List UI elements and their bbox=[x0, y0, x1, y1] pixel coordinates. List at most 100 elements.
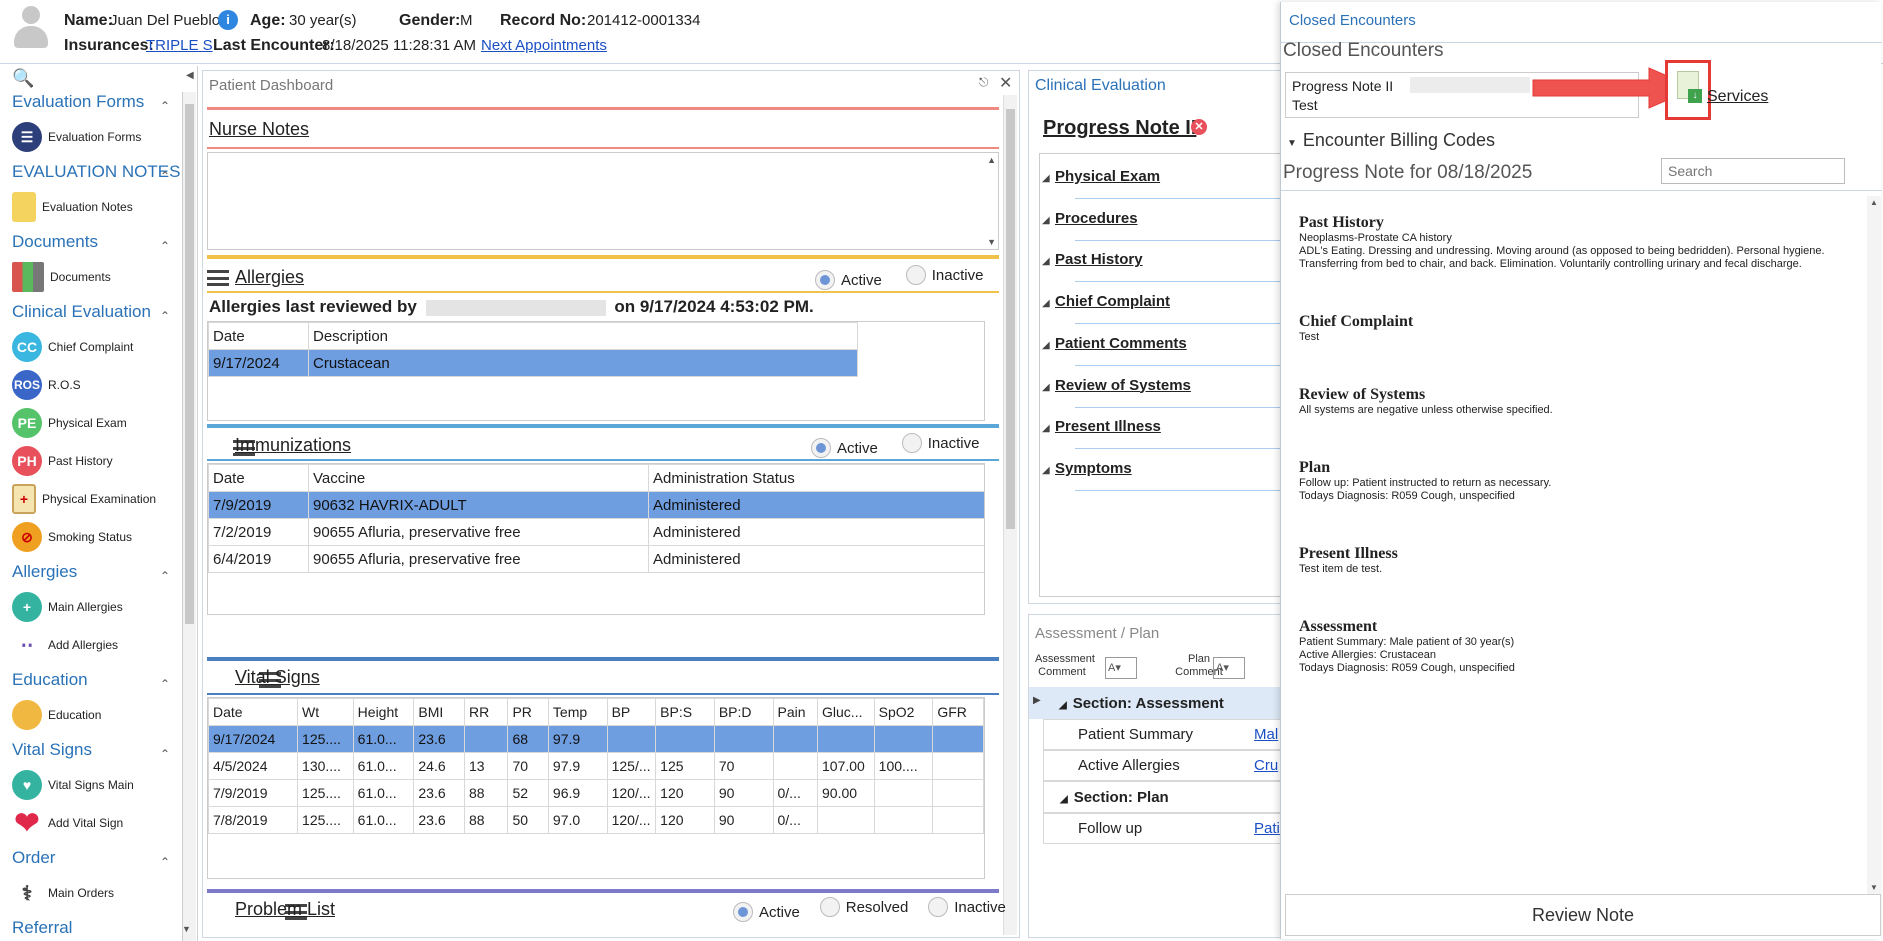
clinical-item[interactable]: Review of Systems bbox=[1055, 377, 1191, 394]
column-header[interactable]: SpO2 bbox=[873, 698, 934, 726]
column-header[interactable]: BP:S bbox=[655, 698, 715, 726]
clinical-item[interactable]: Present Illness bbox=[1055, 418, 1161, 435]
follow-up-row[interactable]: Follow up Pati bbox=[1043, 813, 1283, 844]
expand-arrow-icon[interactable]: ◢ bbox=[1042, 340, 1050, 351]
column-header[interactable]: Administration Status bbox=[648, 464, 984, 492]
sidebar-section-order[interactable]: Order bbox=[12, 848, 55, 868]
allergies-active-radio[interactable]: Active bbox=[815, 270, 882, 290]
close-icon[interactable]: ✕ bbox=[999, 73, 1012, 93]
patient-summary-row[interactable]: Patient Summary Mal bbox=[1043, 719, 1283, 750]
sidebar-section-clinical-evaluation[interactable]: Clinical Evaluation bbox=[12, 302, 151, 322]
next-appointments-link[interactable]: Next Appointments bbox=[481, 37, 607, 54]
active-allergies-row[interactable]: Active Allergies Cru bbox=[1043, 750, 1283, 781]
column-header[interactable]: RR bbox=[463, 698, 509, 726]
problem-inactive-radio[interactable]: Inactive bbox=[928, 897, 1006, 917]
table-row[interactable]: 6/4/2019 90655 Afluria, preservative free… bbox=[208, 545, 984, 573]
expand-arrow-icon[interactable]: ◢ bbox=[1042, 256, 1050, 267]
table-row[interactable]: 7/9/2019 125.... 61.0... 23.6 88 52 96.9 120/..… bbox=[208, 779, 984, 807]
immunizations-inactive-radio[interactable]: Inactive bbox=[901, 433, 979, 453]
sidebar-section-documents[interactable]: Documents bbox=[12, 232, 98, 252]
clinical-item[interactable]: Procedures bbox=[1055, 210, 1138, 227]
sidebar-item-past-history[interactable]: PH Past History bbox=[12, 446, 113, 476]
allergies-title[interactable]: Allergies bbox=[235, 267, 304, 288]
clinical-item[interactable]: Past History bbox=[1055, 251, 1143, 268]
expand-arrow-icon[interactable]: ◢ bbox=[1042, 173, 1050, 184]
sidebar-item-vital-signs-main[interactable]: ♥ Vital Signs Main bbox=[12, 770, 134, 800]
column-header[interactable]: BMI bbox=[413, 698, 465, 726]
table-row[interactable]: 9/17/2024 Crustacean bbox=[208, 349, 858, 377]
vital-signs-title[interactable]: Vital Signs bbox=[235, 667, 320, 688]
column-header[interactable]: Date bbox=[208, 698, 299, 726]
problem-active-radio[interactable]: Active bbox=[733, 902, 800, 922]
chevron-up-icon[interactable]: ⌃ bbox=[160, 747, 170, 761]
sidebar-item-add-allergies[interactable]: ⋅⋅ Add Allergies bbox=[12, 630, 118, 660]
expand-arrow-icon[interactable]: ▶ bbox=[1033, 695, 1041, 706]
clinical-item[interactable]: Physical Exam bbox=[1055, 168, 1160, 185]
allergies-inactive-radio[interactable]: Inactive bbox=[905, 265, 983, 285]
column-header[interactable]: Vaccine bbox=[308, 464, 649, 492]
sidebar-section-vital-signs[interactable]: Vital Signs bbox=[12, 740, 92, 760]
column-header[interactable]: Height bbox=[352, 698, 415, 726]
section-plan-row[interactable]: ◢ Section: Plan bbox=[1043, 781, 1283, 813]
scroll-down-arrow-icon[interactable]: ▼ bbox=[182, 924, 191, 934]
column-header[interactable]: BP bbox=[606, 698, 657, 726]
chevron-up-icon[interactable]: ⌃ bbox=[160, 855, 170, 869]
immunizations-title[interactable]: Immunizations bbox=[235, 435, 351, 456]
table-row[interactable]: 4/5/2024 130.... 61.0... 24.6 13 70 97.9 125/..… bbox=[208, 752, 984, 780]
table-row[interactable]: 7/2/2019 90655 Afluria, preservative free… bbox=[208, 518, 984, 546]
clinical-item[interactable]: Symptoms bbox=[1055, 460, 1132, 477]
column-header[interactable]: Gluc... bbox=[817, 698, 875, 726]
chevron-up-icon[interactable]: ⌃ bbox=[160, 239, 170, 253]
collapse-arrow-icon[interactable]: ◀ bbox=[186, 70, 194, 81]
info-icon[interactable]: i bbox=[218, 10, 238, 30]
column-header[interactable]: Wt bbox=[297, 698, 354, 726]
remove-icon[interactable]: ✕ bbox=[1191, 119, 1207, 135]
sidebar-item-documents[interactable]: Documents bbox=[12, 262, 111, 292]
sidebar-item-education[interactable]: Education bbox=[12, 700, 101, 730]
search-icon[interactable]: 🔍 bbox=[12, 68, 34, 89]
sidebar-scrollbar[interactable] bbox=[182, 92, 196, 941]
column-header[interactable]: BP:D bbox=[713, 698, 774, 726]
expand-arrow-icon[interactable]: ◢ bbox=[1042, 465, 1050, 476]
expand-arrow-icon[interactable]: ◢ bbox=[1042, 423, 1050, 434]
sidebar-item-evaluation-forms[interactable]: ☰ Evaluation Forms bbox=[12, 122, 141, 152]
chevron-up-icon[interactable]: ⌃ bbox=[160, 677, 170, 691]
chevron-up-icon[interactable]: ⌃ bbox=[160, 569, 170, 583]
sidebar-section-evaluation-forms[interactable]: Evaluation Forms bbox=[12, 92, 144, 112]
assessment-comment-dropdown[interactable]: A▾ bbox=[1105, 657, 1137, 679]
problem-list-title[interactable]: Problem List bbox=[235, 899, 335, 920]
table-row[interactable]: 9/17/2024 125.... 61.0... 23.6 68 97.9 bbox=[208, 725, 984, 753]
chevron-up-icon[interactable]: ⌃ bbox=[160, 309, 170, 323]
expand-arrow-icon[interactable]: ◢ bbox=[1042, 215, 1050, 226]
column-header[interactable]: Pain bbox=[772, 698, 819, 726]
immunizations-active-radio[interactable]: Active bbox=[811, 438, 878, 458]
sidebar-item-physical-exam[interactable]: PE Physical Exam bbox=[12, 408, 127, 438]
dashboard-scrollbar[interactable] bbox=[1003, 95, 1017, 935]
problem-resolved-radio[interactable]: Resolved bbox=[819, 897, 908, 917]
sidebar-section-education[interactable]: Education bbox=[12, 670, 88, 690]
section-assessment-row[interactable]: ◢ Section: Assessment bbox=[1029, 687, 1283, 719]
note-scrollbar[interactable]: ▲ ▼ bbox=[1867, 196, 1881, 894]
sidebar-item-main-allergies[interactable]: + Main Allergies bbox=[12, 592, 123, 622]
sidebar-item-smoking-status[interactable]: ⊘ Smoking Status bbox=[12, 522, 132, 552]
column-header[interactable]: Description bbox=[308, 322, 858, 350]
review-note-button[interactable]: Review Note bbox=[1285, 894, 1881, 936]
services-doc-icon[interactable]: ↓ bbox=[1665, 60, 1711, 120]
services-link[interactable]: Services bbox=[1707, 88, 1768, 106]
search-input[interactable] bbox=[1661, 158, 1845, 184]
progress-note-title[interactable]: Progress Note II bbox=[1043, 117, 1196, 140]
sidebar-section-evaluation-notes[interactable]: EVALUATION NOTES bbox=[12, 162, 180, 182]
sidebar-section-referral[interactable]: Referral bbox=[12, 918, 72, 938]
column-header[interactable]: Temp bbox=[547, 698, 608, 726]
sidebar-item-chief-complaint[interactable]: CC Chief Complaint bbox=[12, 332, 133, 362]
sidebar-section-allergies[interactable]: Allergies bbox=[12, 562, 77, 582]
table-row[interactable]: 7/8/2019 125.... 61.0... 23.6 88 50 97.0 120/..… bbox=[208, 806, 984, 834]
sidebar-item-ros[interactable]: ROS R.O.S bbox=[12, 370, 81, 400]
sidebar-item-main-orders[interactable]: ⚕ Main Orders bbox=[12, 878, 114, 908]
insurance-link[interactable]: TRIPLE S bbox=[146, 37, 213, 54]
clinical-item[interactable]: Chief Complaint bbox=[1055, 293, 1170, 310]
expand-arrow-icon[interactable]: ◢ bbox=[1042, 298, 1050, 309]
sidebar-item-physical-examination[interactable]: + Physical Examination bbox=[12, 484, 156, 514]
menu-icon[interactable] bbox=[207, 270, 229, 287]
column-header[interactable]: GFR bbox=[932, 698, 984, 726]
